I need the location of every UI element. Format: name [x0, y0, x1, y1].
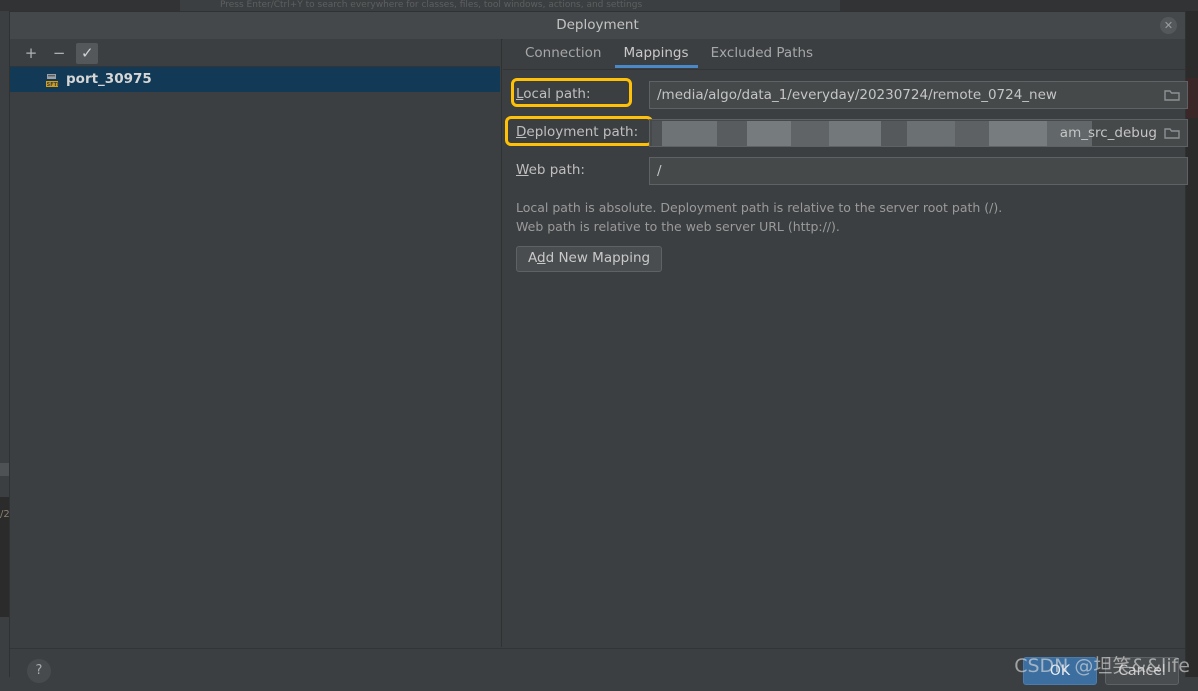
- list-item-label: port_30975: [66, 71, 152, 87]
- set-default-server-button[interactable]: ✓: [76, 43, 99, 64]
- dialog-footer: ? OK Cancel: [10, 648, 1185, 685]
- cancel-button[interactable]: Cancel: [1105, 657, 1179, 685]
- deployment-path-input[interactable]: am_src_debug: [649, 119, 1188, 147]
- add-server-button[interactable]: +: [20, 43, 42, 64]
- local-path-folder-icon[interactable]: [1164, 88, 1180, 102]
- mappings-form: Local path: /media/algo/data_1/everyday/…: [503, 70, 1188, 272]
- list-item[interactable]: SFTP port_30975: [10, 67, 500, 92]
- ok-button[interactable]: OK: [1023, 657, 1097, 685]
- tab-excluded-paths[interactable]: Excluded Paths: [702, 39, 822, 68]
- deployment-path-redaction: [652, 121, 1092, 146]
- dialog-titlebar: Deployment ✕: [10, 12, 1185, 40]
- mappings-hint-line-2: Web path is relative to the web server U…: [516, 219, 840, 234]
- servers-panel: + − ✓ SFTP port_30975: [10, 39, 502, 647]
- deployment-path-label: Deployment path:: [516, 124, 639, 140]
- server-settings-panel: Connection Mappings Excluded Paths Local…: [503, 39, 1188, 647]
- local-path-value: /media/algo/data_1/everyday/20230724/rem…: [657, 87, 1057, 103]
- web-path-row: Web path: /: [516, 157, 1188, 187]
- web-path-label: Web path:: [516, 162, 585, 178]
- deployment-path-value: am_src_debug: [1059, 125, 1157, 141]
- backdrop-search-hint: Press Enter/Ctrl+Y to search everywhere …: [180, 0, 840, 11]
- mappings-hint: Local path is absolute. Deployment path …: [516, 198, 1185, 236]
- local-path-input[interactable]: /media/algo/data_1/everyday/20230724/rem…: [649, 81, 1188, 109]
- servers-list[interactable]: SFTP port_30975: [10, 66, 500, 647]
- svg-text:SFTP: SFTP: [47, 82, 59, 88]
- tab-mappings[interactable]: Mappings: [614, 39, 698, 68]
- deployment-path-folder-icon[interactable]: [1164, 126, 1180, 140]
- deployment-dialog: Deployment ✕ + − ✓ SFTP port_30975 Conne…: [9, 11, 1188, 685]
- sftp-server-icon: SFTP: [45, 72, 61, 88]
- close-icon[interactable]: ✕: [1160, 17, 1177, 34]
- add-new-mapping-button[interactable]: Add New Mapping: [516, 246, 663, 272]
- servers-toolbar: + − ✓: [10, 39, 501, 66]
- remove-server-button[interactable]: −: [48, 43, 70, 64]
- backdrop-status-bar: [0, 677, 1198, 691]
- deployment-path-row: Deployment path: am_src_debug: [505, 116, 1188, 149]
- help-button[interactable]: ?: [27, 659, 51, 683]
- local-path-row: Local path: /media/algo/data_1/everyday/…: [511, 78, 1188, 111]
- web-path-input[interactable]: /: [649, 157, 1188, 185]
- backdrop-left-selection: [0, 463, 9, 476]
- dialog-body: + − ✓ SFTP port_30975 Connection Mapping…: [10, 39, 1188, 647]
- tab-connection[interactable]: Connection: [516, 39, 610, 68]
- web-path-value: /: [657, 163, 662, 179]
- local-path-label: Local path:: [516, 86, 591, 102]
- settings-tabs: Connection Mappings Excluded Paths: [503, 39, 1185, 70]
- mappings-hint-line-1: Local path is absolute. Deployment path …: [516, 200, 1003, 215]
- dialog-title: Deployment: [556, 17, 639, 33]
